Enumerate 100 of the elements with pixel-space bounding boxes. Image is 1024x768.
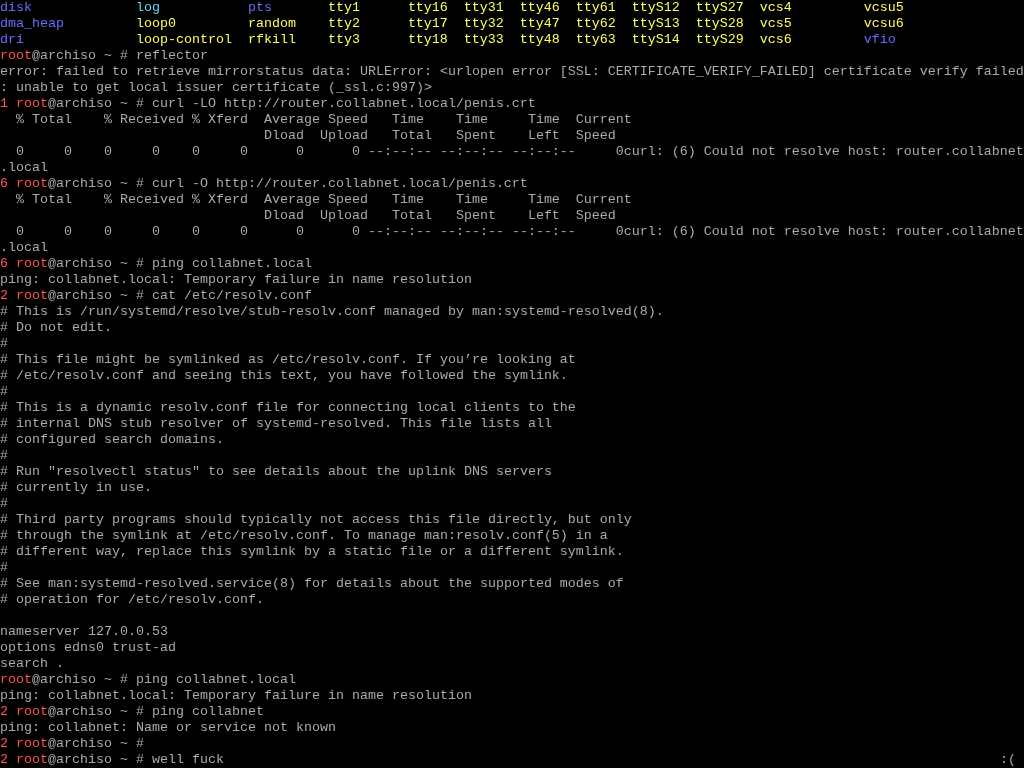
output-line: .local [0,240,48,256]
right-prompt: :( [1000,752,1016,768]
output-line: # /etc/resolv.conf and seeing this text, you have followed the symlink. [0,368,568,384]
file-name: rfkill [247,32,296,48]
file-name: vcs6 [759,32,792,48]
prompt-host: @archiso ~ # [48,704,144,720]
file-name: vcsu6 [863,16,904,32]
output-line: # operation for /etc/resolv.conf. [0,592,264,608]
prompt-user: root [16,752,48,768]
prompt-host: @archiso ~ # [32,672,128,688]
command-text: ping collabnet.local [151,256,312,272]
output-line: # [0,336,8,352]
file-name: random [247,16,296,32]
file-name: tty3 [327,32,360,48]
file-name: tty31 [463,0,504,16]
output-line: # [0,448,8,464]
output-line: search . [0,656,64,672]
file-name: loop0 [135,16,176,32]
output-line: # different way, replace this symlink by a static file or a different symlink. [0,544,624,560]
exit-status: 1 [0,96,8,112]
file-name: ttyS29 [695,32,744,48]
file-name: loop-control [135,32,232,48]
output-line: # Run "resolvectl status" to see details about the uplink DNS servers [0,464,552,480]
exit-status: 2 [0,752,8,768]
command-text: well fuck [151,752,224,768]
file-name: tty18 [407,32,448,48]
file-name: ttyS14 [631,32,680,48]
output-line: .local [0,160,48,176]
file-name: tty48 [519,32,560,48]
output-line: 0 0 0 0 0 0 0 0 --:--:-- --:--:-- --:--:-- 0curl: (6) Could not resolve host: router.collabnet [15,144,1024,160]
output-line: Dload Upload Total Spent Left Speed [262,128,616,144]
prompt-user: root [16,96,48,112]
file-name: pts [247,0,272,16]
prompt-user: root [0,48,32,64]
command-text: cat /etc/resolv.conf [151,288,312,304]
output-line: # internal DNS stub resolver of systemd-resolved. This file lists all [0,416,552,432]
exit-status: 2 [0,736,8,752]
prompt-host: @archiso ~ # [48,752,144,768]
prompt-host: @archiso ~ # [32,48,128,64]
output-line: % Total % Received % Xferd Average Speed Time Time Time Current [15,112,632,128]
file-name: ttyS28 [695,16,744,32]
command-text: ping collabnet [151,704,264,720]
output-line: ping: collabnet: Name or service not known [0,720,336,736]
command-text: curl -LO http://router.collabnet.local/penis.crt [151,96,536,112]
prompt-user: root [16,736,48,752]
output-line: : unable to get local issuer certificate (_ssl.c:997)> [0,80,432,96]
file-name: tty47 [519,16,560,32]
output-line: # through the symlink at /etc/resolv.conf. To manage man:resolv.conf(5) in a [0,528,608,544]
exit-status: 2 [0,288,8,304]
file-name: dri [0,32,24,48]
file-name: ttyS13 [631,16,680,32]
prompt-user: root [16,256,48,272]
prompt-host: @archiso ~ # [48,176,144,192]
output-line: # [0,560,8,576]
prompt-host: @archiso ~ # [48,256,144,272]
prompt-host: @archiso ~ # [48,96,144,112]
file-name: tty1 [327,0,360,16]
output-line: ping: collabnet.local: Temporary failure in name resolution [0,688,472,704]
output-line: # Third party programs should typically not access this file directly, but only [0,512,632,528]
file-name: vcsu5 [863,0,904,16]
file-name: tty33 [463,32,504,48]
prompt-user: root [16,176,48,192]
output-line: error: failed to retrieve mirrorstatus data: URLError: <urlopen error [SSL: CERTIFICATE_VERIFY_FAILED] certificate verify failed [0,64,1024,80]
file-name: ttyS27 [695,0,744,16]
exit-status: 2 [0,704,8,720]
exit-status: 6 [0,256,8,272]
file-name: tty32 [463,16,504,32]
output-line: # This file might be symlinked as /etc/resolv.conf. If you’re looking at [0,352,576,368]
command-text: reflector [135,48,208,64]
file-name: vcs4 [759,0,792,16]
output-line: % Total % Received % Xferd Average Speed Time Time Time Current [15,192,632,208]
command-text: curl -O http://router.collabnet.local/penis.crt [151,176,528,192]
file-name: tty61 [575,0,616,16]
file-name: ttyS12 [631,0,680,16]
file-name: tty17 [407,16,448,32]
prompt-user: root [16,288,48,304]
output-line: 0 0 0 0 0 0 0 0 --:--:-- --:--:-- --:--:-- 0curl: (6) Could not resolve host: router.collabnet [15,224,1024,240]
command-text: ping collabnet.local [135,672,296,688]
prompt-user: root [16,704,48,720]
file-name: tty16 [407,0,448,16]
output-line: nameserver 127.0.0.53 [0,624,168,640]
output-line: # configured search domains. [0,432,224,448]
file-name: tty46 [519,0,560,16]
output-line: # See man:systemd-resolved.service(8) for details about the supported modes of [0,576,624,592]
prompt-host: @archiso ~ # [48,288,144,304]
output-line: # Do not edit. [0,320,112,336]
file-name: log [135,0,160,16]
prompt-host: @archiso ~ # [48,736,144,752]
output-line: ping: collabnet.local: Temporary failure in name resolution [0,272,472,288]
file-name: tty62 [575,16,616,32]
output-line: # currently in use. [0,480,152,496]
output-line: Dload Upload Total Spent Left Speed [262,208,616,224]
file-name: disk [0,0,32,16]
output-line: options edns0 trust-ad [0,640,176,656]
file-name: vfio [863,32,896,48]
output-line: # This is a dynamic resolv.conf file for connecting local clients to the [0,400,576,416]
file-name: vcs5 [759,16,792,32]
prompt-user: root [0,672,32,688]
exit-status: 6 [0,176,8,192]
file-name: tty2 [327,16,360,32]
